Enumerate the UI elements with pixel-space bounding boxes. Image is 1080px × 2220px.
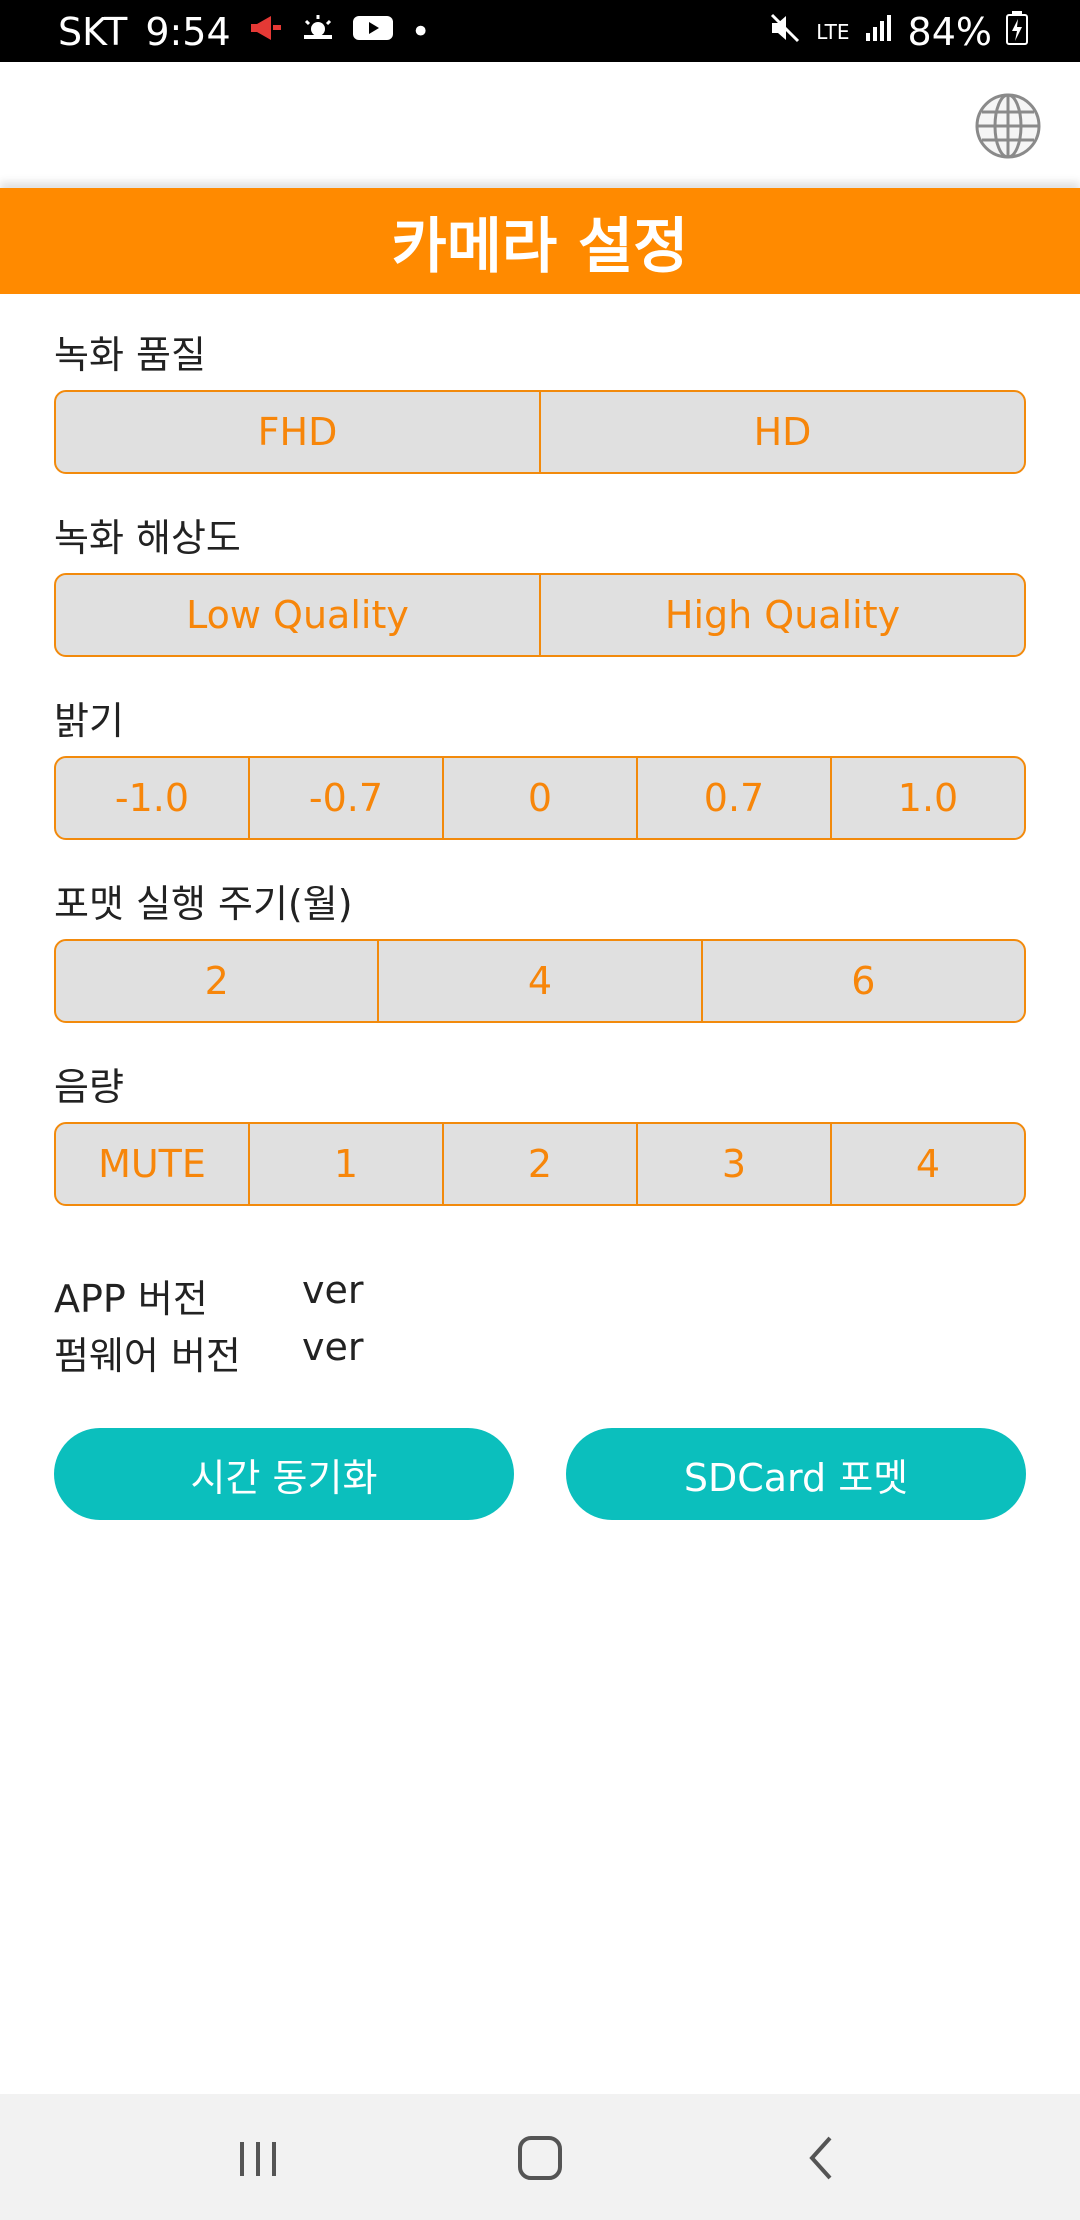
status-bar: SKT 9:54 • LTE 84% bbox=[0, 0, 1080, 62]
notification-dot-icon: • bbox=[410, 12, 431, 52]
weather-icon bbox=[301, 12, 335, 52]
brightness-option[interactable]: -0.7 bbox=[248, 758, 442, 838]
back-icon[interactable] bbox=[792, 2130, 852, 2186]
signal-icon bbox=[864, 12, 894, 52]
record-resolution-selector: Low Quality High Quality bbox=[54, 573, 1026, 657]
network-type: LTE bbox=[816, 20, 850, 44]
page-title: 카메라 설정 bbox=[0, 188, 1080, 294]
format-cycle-option[interactable]: 2 bbox=[56, 941, 377, 1021]
format-cycle-option[interactable]: 4 bbox=[377, 941, 700, 1021]
recent-apps-icon[interactable] bbox=[228, 2130, 288, 2186]
app-version-row: APP 버전 ver bbox=[54, 1268, 364, 1323]
volume-option[interactable]: 1 bbox=[248, 1124, 442, 1204]
volume-selector: MUTE 1 2 3 4 bbox=[54, 1122, 1026, 1206]
record-quality-label: 녹화 품질 bbox=[54, 333, 206, 377]
option-hd[interactable]: HD bbox=[539, 392, 1024, 472]
brightness-selector: -1.0 -0.7 0 0.7 1.0 bbox=[54, 756, 1026, 840]
brightness-option[interactable]: 0 bbox=[442, 758, 636, 838]
mute-icon bbox=[768, 11, 802, 54]
brightness-label: 밝기 bbox=[54, 699, 124, 743]
firmware-version-row: 펌웨어 버전 ver bbox=[54, 1325, 364, 1380]
record-resolution-label: 녹화 해상도 bbox=[54, 516, 241, 560]
battery-percent: 84% bbox=[907, 10, 992, 54]
megaphone-icon bbox=[249, 12, 283, 52]
clock: 9:54 bbox=[145, 10, 231, 54]
option-high-quality[interactable]: High Quality bbox=[539, 575, 1024, 655]
volume-label: 음량 bbox=[54, 1065, 124, 1109]
globe-icon[interactable] bbox=[974, 92, 1042, 160]
brightness-option[interactable]: -1.0 bbox=[56, 758, 248, 838]
format-cycle-option[interactable]: 6 bbox=[700, 941, 1024, 1021]
volume-option[interactable]: 4 bbox=[830, 1124, 1024, 1204]
sd-format-button[interactable]: SDCard 포멧 bbox=[566, 1428, 1026, 1520]
time-sync-button[interactable]: 시간 동기화 bbox=[54, 1428, 514, 1520]
carrier: SKT bbox=[58, 10, 128, 54]
firmware-version-value: ver bbox=[302, 1325, 364, 1369]
battery-icon bbox=[1006, 10, 1028, 54]
volume-option[interactable]: 2 bbox=[442, 1124, 636, 1204]
brightness-option[interactable]: 1.0 bbox=[830, 758, 1024, 838]
record-quality-selector: FHD HD bbox=[54, 390, 1026, 474]
app-version-value: ver bbox=[302, 1268, 364, 1312]
firmware-version-label: 펌웨어 버전 bbox=[54, 1334, 241, 1378]
app-bar bbox=[0, 62, 1080, 188]
option-fhd[interactable]: FHD bbox=[56, 392, 539, 472]
system-nav-bar bbox=[0, 2094, 1080, 2220]
youtube-icon bbox=[352, 12, 393, 52]
home-icon[interactable] bbox=[510, 2130, 570, 2186]
format-cycle-label: 포맷 실행 주기(월) bbox=[54, 882, 353, 926]
format-cycle-selector: 2 4 6 bbox=[54, 939, 1026, 1023]
app-version-label: APP 버전 bbox=[54, 1277, 208, 1321]
brightness-option[interactable]: 0.7 bbox=[636, 758, 830, 838]
volume-option-mute[interactable]: MUTE bbox=[56, 1124, 248, 1204]
option-low-quality[interactable]: Low Quality bbox=[56, 575, 539, 655]
volume-option[interactable]: 3 bbox=[636, 1124, 830, 1204]
